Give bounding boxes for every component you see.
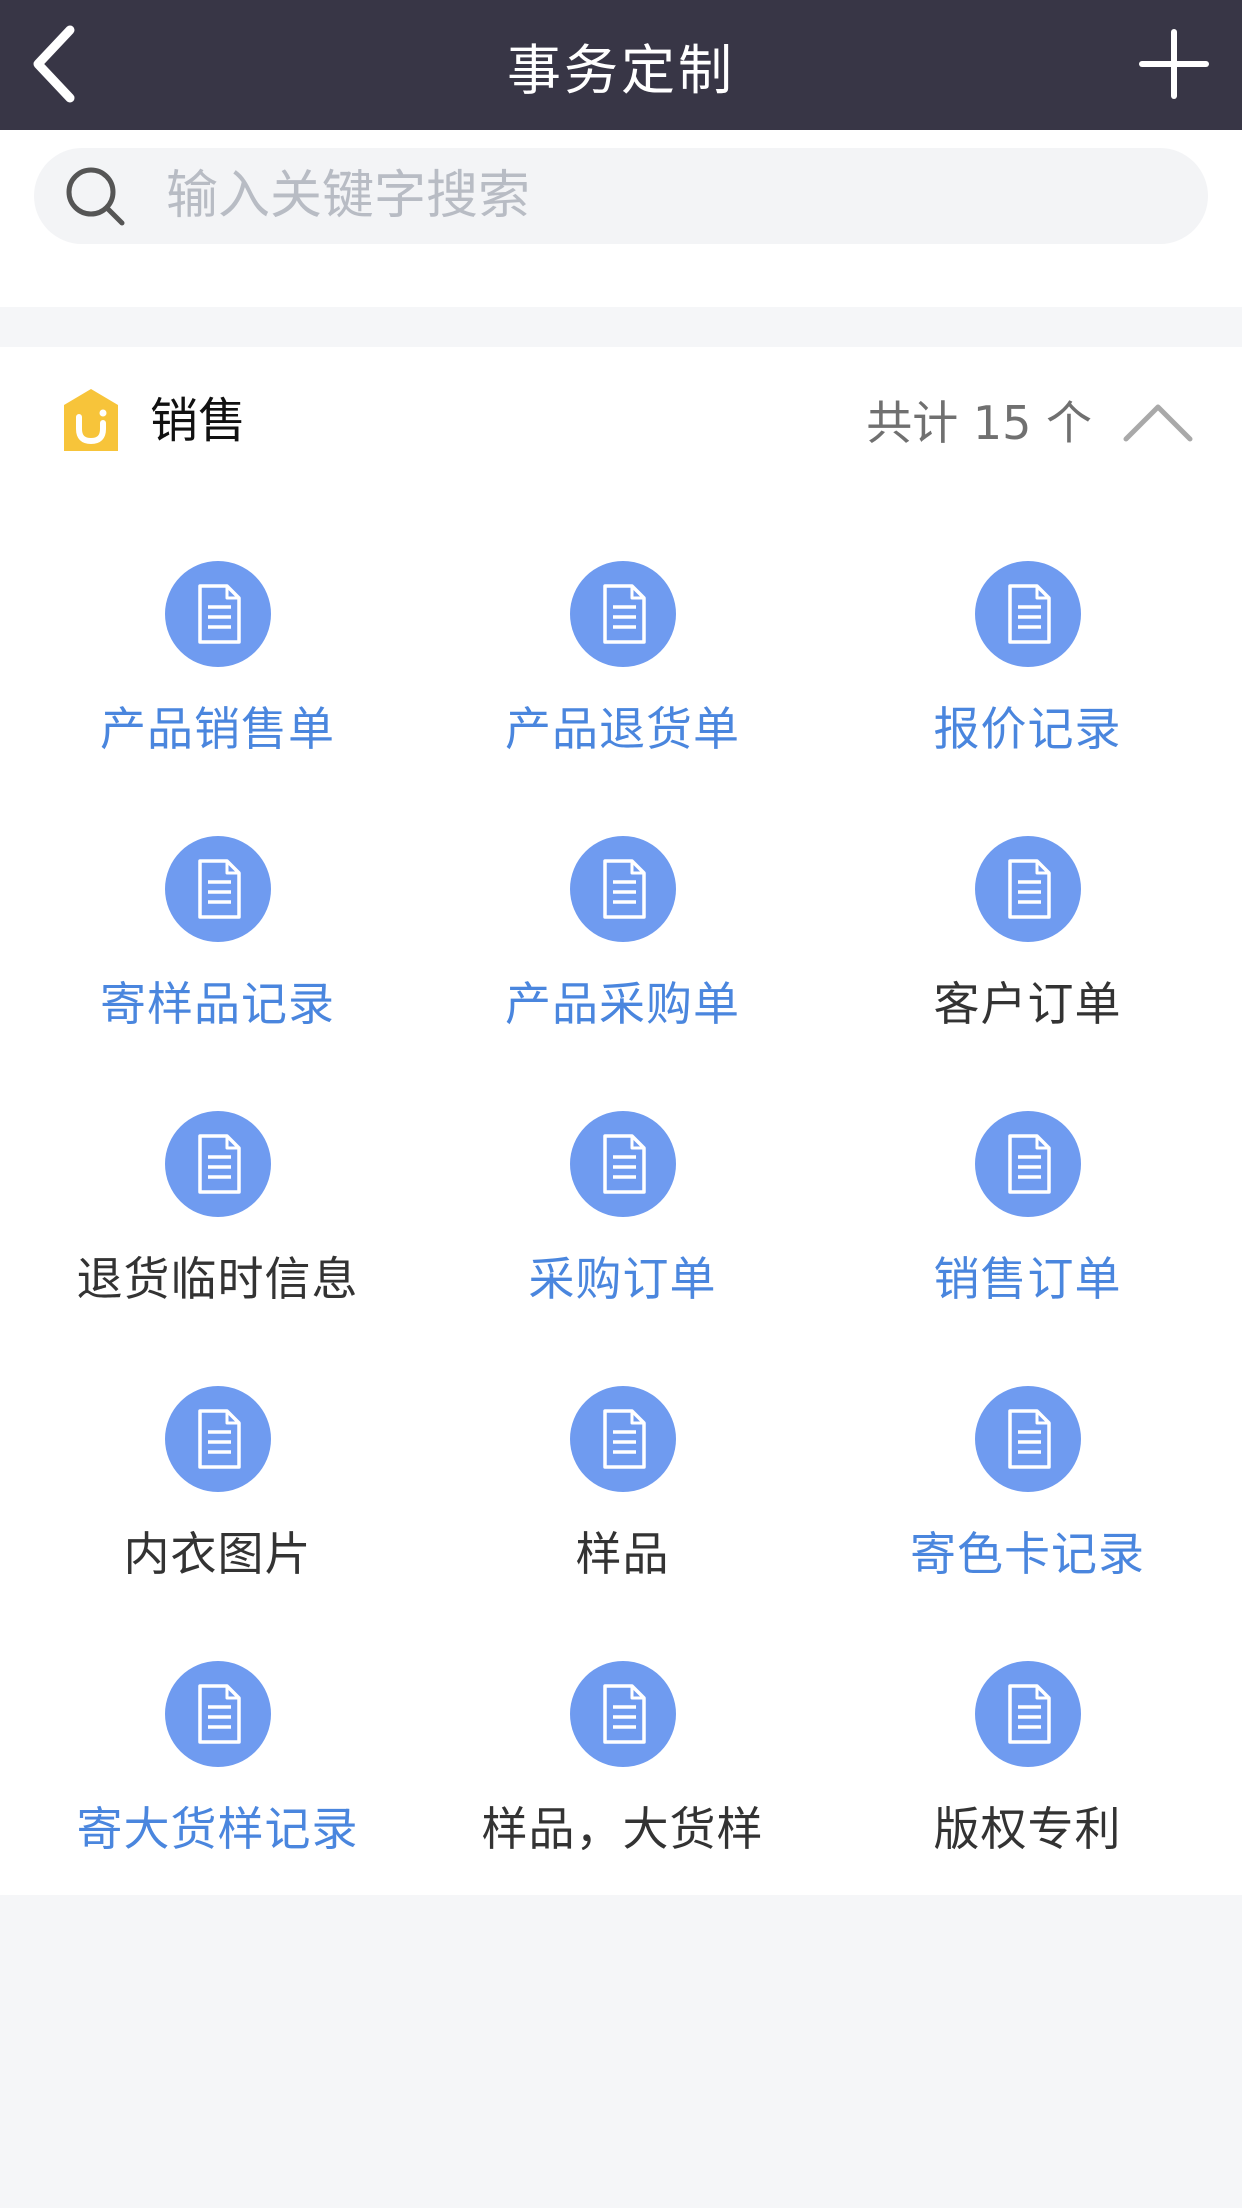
transaction-item[interactable]: 版权专利 — [825, 1597, 1230, 1872]
search-input[interactable] — [166, 156, 1146, 236]
transaction-item-label: 产品退货单 — [505, 702, 740, 756]
document-icon — [164, 1111, 271, 1217]
transaction-item-label: 寄大货样记录 — [76, 1802, 359, 1856]
transaction-item-label: 报价记录 — [933, 702, 1122, 756]
document-icon — [974, 561, 1081, 667]
transaction-item-label: 客户订单 — [933, 977, 1122, 1031]
transaction-item[interactable]: 报价记录 — [825, 497, 1230, 772]
transaction-item-label: 产品销售单 — [100, 702, 335, 756]
transaction-grid: 产品销售单 产品退货单 报价记录 寄样品记录 产品采购单 客户订单 退货临时信息… — [0, 497, 1242, 1872]
transaction-item-label: 销售订单 — [933, 1252, 1122, 1306]
transaction-item-label: 版权专利 — [933, 1802, 1122, 1856]
transaction-item[interactable]: 寄大货样记录 — [15, 1597, 420, 1872]
search-box[interactable] — [34, 148, 1208, 244]
chevron-left-icon[interactable] — [22, 24, 102, 104]
transaction-item[interactable]: 产品销售单 — [15, 497, 420, 772]
plus-icon[interactable] — [1134, 24, 1214, 104]
transaction-item[interactable]: 产品退货单 — [420, 497, 825, 772]
document-icon — [569, 1661, 676, 1767]
transaction-item-label: 内衣图片 — [123, 1527, 312, 1581]
transaction-item[interactable]: 客户订单 — [825, 772, 1230, 1047]
document-icon — [974, 1661, 1081, 1767]
document-icon — [569, 1111, 676, 1217]
sales-section-card: 销售 共计 15 个 产品销售单 产品退货单 报价记录 寄样品记录 产品采购单 … — [0, 347, 1242, 1895]
transaction-item[interactable]: 样品 — [420, 1322, 825, 1597]
document-icon — [164, 1386, 271, 1492]
transaction-item-label: 采购订单 — [528, 1252, 717, 1306]
document-icon — [974, 1111, 1081, 1217]
navigation-bar: 事务定制 — [0, 0, 1242, 130]
transaction-item-label: 寄色卡记录 — [910, 1527, 1145, 1581]
transaction-item[interactable]: 寄色卡记录 — [825, 1322, 1230, 1597]
document-icon — [164, 836, 271, 942]
document-icon — [974, 836, 1081, 942]
transaction-item[interactable]: 内衣图片 — [15, 1322, 420, 1597]
document-icon — [164, 561, 271, 667]
transaction-item[interactable]: 寄样品记录 — [15, 772, 420, 1047]
section-title: 销售 — [150, 393, 247, 449]
transaction-item-label: 产品采购单 — [505, 977, 740, 1031]
transaction-item[interactable]: 销售订单 — [825, 1047, 1230, 1322]
search-section — [0, 130, 1242, 307]
transaction-item-label: 样品，大货样 — [481, 1802, 764, 1856]
chevron-up-icon[interactable] — [1122, 395, 1194, 451]
transaction-item[interactable]: 样品，大货样 — [420, 1597, 825, 1872]
transaction-item-label: 寄样品记录 — [100, 977, 335, 1031]
document-icon — [974, 1386, 1081, 1492]
document-icon — [569, 561, 676, 667]
section-header[interactable]: 销售 共计 15 个 — [0, 347, 1242, 497]
transaction-item[interactable]: 产品采购单 — [420, 772, 825, 1047]
transaction-item-label: 退货临时信息 — [76, 1252, 359, 1306]
transaction-item-label: 样品 — [575, 1527, 670, 1581]
transaction-item[interactable]: 采购订单 — [420, 1047, 825, 1322]
page-title: 事务定制 — [507, 38, 735, 102]
search-icon — [66, 167, 125, 226]
document-icon — [569, 1386, 676, 1492]
document-icon — [569, 836, 676, 942]
transaction-item[interactable]: 退货临时信息 — [15, 1047, 420, 1322]
document-icon — [164, 1661, 271, 1767]
sales-logo-icon — [64, 389, 118, 451]
section-count: 共计 15 个 — [866, 396, 1092, 450]
